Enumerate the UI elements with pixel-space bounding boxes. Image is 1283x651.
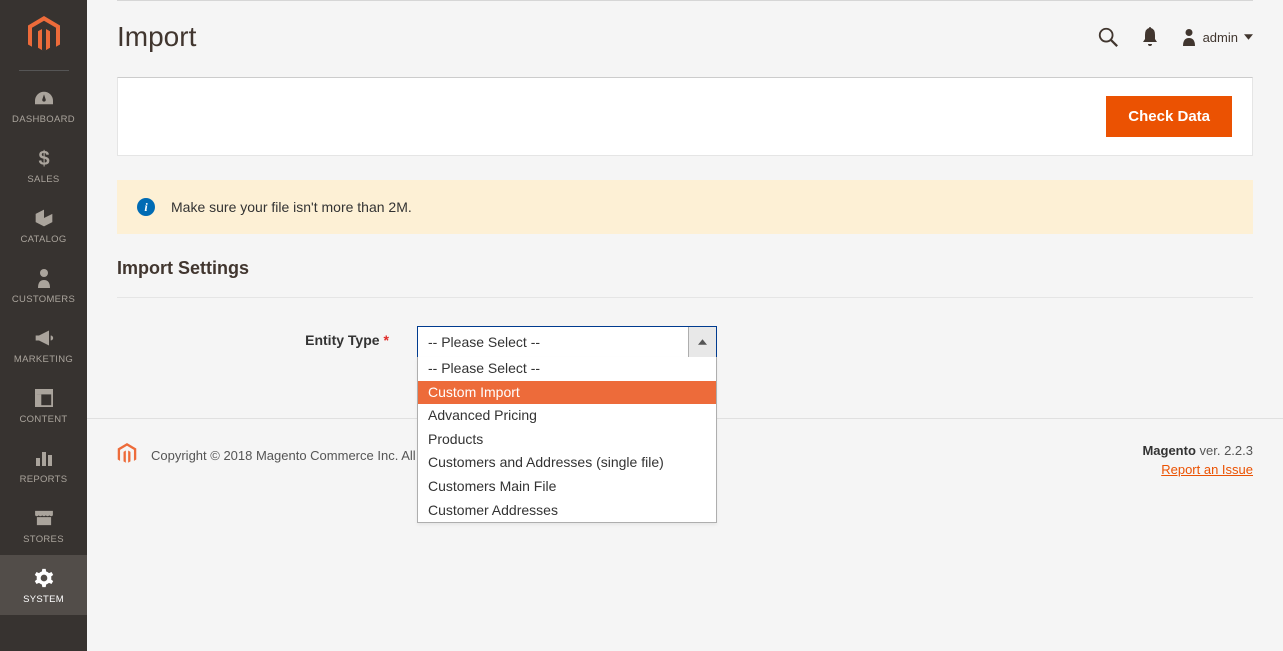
- entity-type-option[interactable]: Customer Addresses: [418, 499, 716, 523]
- import-settings-form: Entity Type* -- Please Select -- -- Plea…: [117, 326, 1253, 418]
- entity-type-option[interactable]: Customers and Addresses (single file): [418, 451, 716, 475]
- bar-chart-icon: [35, 446, 53, 470]
- alert-message: Make sure your file isn't more than 2M.: [171, 199, 412, 215]
- box-icon: [34, 206, 54, 230]
- select-toggle[interactable]: [688, 327, 716, 357]
- page-title: Import: [117, 21, 196, 53]
- bell-icon: [1141, 27, 1159, 47]
- magento-logo-icon: [27, 16, 61, 54]
- report-issue-link[interactable]: Report an Issue: [1161, 462, 1253, 477]
- entity-type-field: Entity Type* -- Please Select -- -- Plea…: [117, 326, 1253, 358]
- notifications-button[interactable]: [1141, 27, 1159, 47]
- entity-type-option[interactable]: Custom Import: [418, 381, 716, 405]
- entity-type-option[interactable]: -- Please Select --: [418, 357, 716, 381]
- product-name: Magento: [1142, 443, 1195, 458]
- entity-type-label: Entity Type*: [117, 326, 417, 348]
- file-size-alert: i Make sure your file isn't more than 2M…: [117, 180, 1253, 234]
- select-value: -- Please Select --: [418, 334, 688, 350]
- search-button[interactable]: [1097, 26, 1119, 48]
- nav-label: System: [23, 594, 64, 605]
- section-title: Import Settings: [117, 258, 1253, 298]
- magento-logo-icon: [117, 443, 137, 465]
- nav-item-catalog[interactable]: Catalog: [0, 195, 87, 255]
- nav-item-sales[interactable]: $ Sales: [0, 135, 87, 195]
- nav-label: Stores: [23, 534, 64, 545]
- nav-label: Dashboard: [12, 114, 75, 125]
- user-name: admin: [1203, 30, 1238, 45]
- header-actions: admin: [1097, 26, 1253, 48]
- gear-icon: [34, 566, 54, 590]
- nav-item-dashboard[interactable]: Dashboard: [0, 75, 87, 135]
- required-indicator: *: [384, 332, 389, 348]
- nav-item-stores[interactable]: Stores: [0, 495, 87, 555]
- layout-icon: [35, 386, 53, 410]
- user-icon: [1181, 28, 1197, 46]
- nav-label: Reports: [20, 474, 68, 485]
- sidebar: Dashboard $ Sales Catalog Customers Mark…: [0, 0, 87, 651]
- nav-label: Sales: [27, 174, 59, 185]
- magento-logo[interactable]: [0, 0, 87, 70]
- search-icon: [1097, 26, 1119, 48]
- entity-type-option[interactable]: Customers Main File: [418, 475, 716, 499]
- check-data-button[interactable]: Check Data: [1106, 96, 1232, 137]
- page-header: Import admin: [117, 13, 1253, 77]
- dashboard-icon: [33, 86, 55, 110]
- entity-type-control: -- Please Select -- -- Please Select --C…: [417, 326, 717, 358]
- store-icon: [34, 506, 54, 530]
- nav-label: Content: [19, 414, 67, 425]
- entity-type-select[interactable]: -- Please Select --: [417, 326, 717, 358]
- nav-label: Customers: [12, 294, 75, 305]
- svg-text:$: $: [38, 148, 49, 168]
- nav-label: Marketing: [14, 354, 73, 365]
- nav-item-system[interactable]: System: [0, 555, 87, 615]
- user-menu[interactable]: admin: [1181, 28, 1253, 46]
- version-text: ver. 2.2.3: [1200, 443, 1253, 458]
- main-content: Import admin Check Data i Make sure yo: [87, 0, 1283, 651]
- megaphone-icon: [34, 326, 54, 350]
- entity-type-dropdown: -- Please Select --Custom ImportAdvanced…: [417, 357, 717, 523]
- nav-item-content[interactable]: Content: [0, 375, 87, 435]
- dollar-icon: $: [38, 146, 50, 170]
- nav-item-marketing[interactable]: Marketing: [0, 315, 87, 375]
- entity-type-option[interactable]: Products: [418, 428, 716, 452]
- nav-label: Catalog: [20, 234, 66, 245]
- nav-item-customers[interactable]: Customers: [0, 255, 87, 315]
- toolbar: Check Data: [117, 77, 1253, 156]
- nav-list: Dashboard $ Sales Catalog Customers Mark…: [0, 75, 87, 615]
- entity-type-option[interactable]: Advanced Pricing: [418, 404, 716, 428]
- footer-right: Magento ver. 2.2.3 Report an Issue: [1142, 443, 1253, 477]
- magento-logo-small: [117, 443, 137, 468]
- info-icon: i: [137, 198, 155, 216]
- nav-item-reports[interactable]: Reports: [0, 435, 87, 495]
- person-icon: [37, 266, 51, 290]
- chevron-down-icon: [1244, 34, 1253, 40]
- divider: [19, 70, 69, 71]
- divider: [117, 0, 1253, 1]
- chevron-up-icon: [698, 339, 707, 345]
